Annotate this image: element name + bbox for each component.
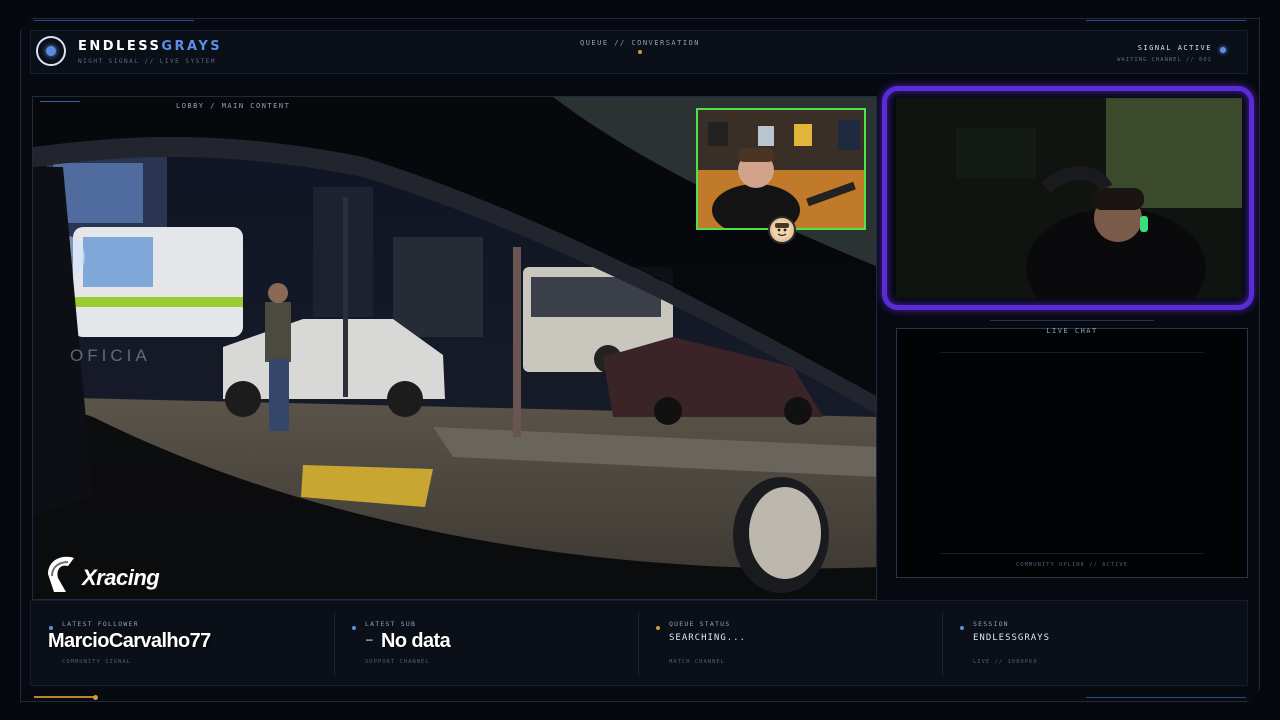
guest-webcam-feed xyxy=(698,110,864,228)
session-footer: LIVE // 1080P60 xyxy=(973,659,1038,665)
chat-divider xyxy=(940,352,1204,353)
frame-accent-dot xyxy=(93,695,98,700)
main-panel-accent xyxy=(40,101,80,102)
stats-divider xyxy=(638,612,639,676)
latest-sub-footer: SUPPORT CHANNEL xyxy=(365,659,430,665)
latest-sub-value: No data xyxy=(381,630,451,652)
video-watermark: OFICIA xyxy=(70,346,151,365)
stats-divider xyxy=(334,612,335,676)
header-center-dot xyxy=(638,50,642,54)
queue-status-value: SEARCHING... xyxy=(669,633,747,643)
live-chat-panel xyxy=(896,328,1248,578)
logo-ring-icon xyxy=(36,36,66,66)
xracing-logo-text: Xracing xyxy=(82,565,160,590)
latest-follower-footer: COMMUNITY SIGNAL xyxy=(62,659,131,665)
webcam-purple-border xyxy=(882,86,1254,310)
latest-sub-prefix: – xyxy=(366,632,373,646)
signal-status: SIGNAL ACTIVE xyxy=(1137,44,1212,52)
brand-subtitle: NIGHT SIGNAL // LIVE SYSTEM xyxy=(78,58,217,65)
stats-divider xyxy=(942,612,943,676)
streamer-webcam xyxy=(876,82,1262,316)
frame-accent xyxy=(1086,20,1246,21)
frame-accent xyxy=(34,20,194,21)
session-label: SESSION xyxy=(973,620,1009,628)
avatar-badge-icon xyxy=(768,216,796,244)
queue-status-footer: MATCH CHANNEL xyxy=(669,659,726,665)
queue-status-label: QUEUE STATUS xyxy=(669,620,731,628)
brand-title-blue: GRAYS xyxy=(161,39,223,54)
frame-accent xyxy=(34,696,94,698)
avatar-badge-face xyxy=(773,221,791,239)
brand-title: ENDLESSGRAYS xyxy=(78,39,222,54)
frame-accent xyxy=(1086,697,1246,698)
live-chat-title: LIVE CHAT xyxy=(1046,327,1098,335)
chat-divider xyxy=(940,553,1204,554)
stats-bar xyxy=(30,600,1248,686)
xracing-helmet-icon xyxy=(48,556,74,592)
latest-follower-label: LATEST FOLLOWER xyxy=(62,620,139,628)
session-value: ENDLESSGRAYS xyxy=(973,633,1051,643)
brand-title-white: ENDLESS xyxy=(78,39,162,54)
signal-dot-icon xyxy=(1220,47,1226,53)
queue-status-dot xyxy=(656,626,660,630)
latest-sub-label: LATEST SUB xyxy=(365,620,417,628)
latest-follower-value: MarcioCarvalho77 xyxy=(48,630,211,652)
session-dot xyxy=(960,626,964,630)
signal-subtitle: WAITING CHANNEL // 002 xyxy=(1117,57,1212,63)
live-chat-footer: COMMUNITY UPLINK // ACTIVE xyxy=(1015,562,1129,568)
header-center-title: QUEUE // CONVERSATION xyxy=(579,39,700,47)
guest-webcam xyxy=(696,108,866,230)
main-panel-label: LOBBY / MAIN CONTENT xyxy=(176,102,291,110)
latest-sub-dot xyxy=(352,626,356,630)
